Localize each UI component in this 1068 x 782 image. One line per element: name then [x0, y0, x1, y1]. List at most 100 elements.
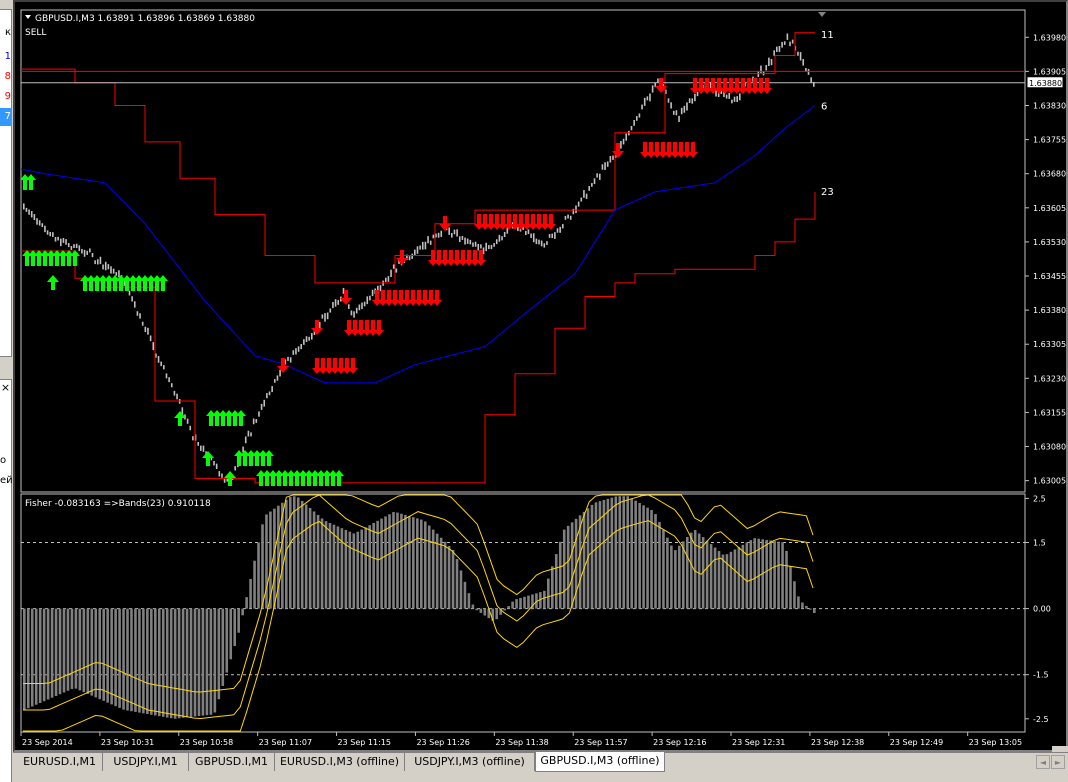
signal-arrow	[362, 320, 372, 336]
price-bar	[414, 249, 416, 256]
signal-arrow	[750, 78, 760, 94]
price-bar	[152, 342, 155, 351]
fisher-bar	[134, 608, 137, 712]
fisher-bar	[717, 551, 721, 609]
price-bar	[601, 164, 604, 170]
market-watch-row[interactable]: 8	[0, 68, 12, 86]
signal-arrow	[356, 320, 366, 336]
fisher-bar	[364, 527, 368, 609]
signal-arrow	[652, 142, 662, 158]
signal-arrow	[240, 450, 250, 466]
price-bar	[564, 215, 567, 220]
price-tick-label: 1.63830	[1033, 101, 1066, 110]
price-bar	[361, 302, 363, 310]
fisher-bar	[300, 500, 304, 609]
price-bar	[620, 140, 622, 149]
signal-arrow	[86, 275, 96, 291]
fisher-bar	[189, 608, 193, 717]
upper-channel-line	[21, 32, 815, 284]
sell-signal-cluster	[428, 250, 486, 266]
signal-arrow	[664, 142, 674, 158]
fisher-bar	[90, 608, 94, 696]
price-bar	[765, 65, 768, 71]
price-bar	[432, 234, 435, 239]
close-icon[interactable]: ×	[0, 378, 12, 396]
price-bar	[303, 339, 305, 345]
fisher-bar	[471, 604, 475, 609]
fisher-bar	[304, 504, 308, 609]
price-bar	[585, 193, 588, 199]
signal-arrow	[378, 290, 388, 306]
tab-usdjpy-m1[interactable]: USDJPY.I,M1	[103, 753, 189, 771]
price-bar	[59, 238, 62, 247]
fisher-bar	[316, 514, 320, 609]
price-bar	[694, 94, 696, 102]
fisher-bar	[296, 497, 300, 609]
tab-gbpusd-m1[interactable]: GBPUSD.I,M1	[189, 753, 275, 771]
market-watch-row-selected[interactable]: 7	[0, 108, 12, 126]
market-watch-row[interactable]: 9	[0, 88, 12, 106]
fisher-bar	[618, 496, 622, 609]
chart-tab-bar: EURUSD.I,M1 USDJPY.I,M1 GBPUSD.I,M1 EURU…	[13, 752, 1068, 782]
signal-arrow	[738, 78, 748, 94]
tab-scroll-right-icon[interactable]: ►	[1051, 755, 1065, 769]
signal-arrow	[458, 250, 468, 266]
tab-scroll-left-icon[interactable]: ◄	[1036, 755, 1050, 769]
navigator-text: о	[0, 455, 7, 466]
price-bar	[200, 445, 202, 451]
fisher-bar	[805, 606, 808, 609]
price-bar	[392, 264, 395, 269]
price-bar	[163, 365, 165, 370]
fisher-bar	[292, 496, 296, 609]
price-bar	[530, 233, 532, 238]
fisher-bar	[634, 500, 637, 609]
fisher-bar	[547, 578, 550, 609]
price-bar	[490, 244, 493, 250]
tab-eurusd-m3-offline[interactable]: EURUSD.I,M3 (offline)	[275, 753, 405, 771]
fisher-bar	[789, 566, 792, 609]
price-bar	[33, 214, 36, 221]
fisher-bar	[527, 595, 530, 609]
price-bar	[799, 52, 802, 61]
signal-arrow	[218, 410, 228, 426]
fisher-bar	[515, 599, 518, 609]
fisher-bar	[324, 521, 328, 609]
price-bar	[94, 260, 96, 265]
price-tick-label: 1.63905	[1033, 67, 1066, 76]
market-watch-row[interactable]: 1	[0, 48, 12, 66]
chart-window[interactable]: 1.63980 1.63905 1.63830 1.63755 1.63680 1.636…	[13, 0, 1068, 752]
tab-eurusd-m1[interactable]: EURUSD.I,M1	[17, 753, 103, 771]
time-label: 23 Sep 11:15	[338, 738, 391, 747]
signal-arrow	[22, 250, 32, 266]
signal-arrow	[236, 410, 246, 426]
fisher-bar	[138, 608, 141, 713]
price-bar	[781, 41, 783, 48]
buy-signal-cluster	[256, 470, 344, 486]
price-bar	[770, 59, 773, 66]
tab-usdjpy-m3-offline[interactable]: USDJPY.I,M3 (offline)	[405, 753, 535, 771]
time-label: 23 Sep 11:07	[259, 738, 312, 747]
price-bar	[268, 391, 271, 396]
signal-arrow	[384, 290, 394, 306]
fisher-bar	[249, 578, 252, 609]
signal-arrow	[486, 214, 496, 230]
fisher-bar	[451, 550, 455, 609]
tab-gbpusd-m3-offline[interactable]: GBPUSD.I,M3 (offline)	[535, 752, 665, 772]
fisher-bar	[332, 524, 336, 609]
signal-arrow	[348, 358, 358, 374]
fisher-bar	[126, 608, 129, 711]
fisher-bar	[797, 596, 800, 609]
price-bar	[630, 125, 633, 131]
signal-arrow	[322, 470, 332, 486]
fisher-bar	[388, 514, 391, 609]
price-bar	[131, 296, 133, 302]
price-bar	[783, 41, 786, 45]
fisher-bar	[431, 529, 435, 609]
fisher-bar	[372, 523, 375, 609]
price-chart[interactable]: 1.63980 1.63905 1.63830 1.63755 1.63680 1.636…	[15, 2, 1066, 750]
price-bar	[501, 236, 503, 241]
price-bar	[469, 239, 472, 245]
signal-arrow	[432, 290, 442, 306]
price-bar	[62, 237, 65, 243]
price-bar	[41, 223, 44, 228]
